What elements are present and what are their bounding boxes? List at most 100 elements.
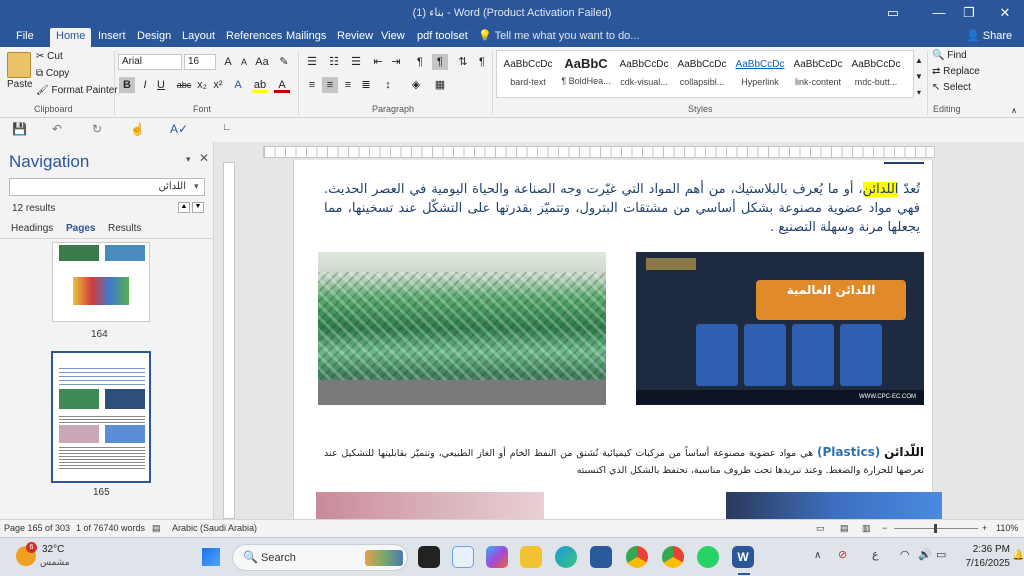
collapse-ribbon-icon[interactable]: ∧ xyxy=(1006,103,1022,119)
style-cdk-visual[interactable]: AaBbCcDc cdk-visual... xyxy=(615,53,673,95)
nav-search-input[interactable]: اللدائن xyxy=(9,178,205,196)
chrome-profile-icon[interactable] xyxy=(662,546,684,568)
decrease-indent-icon[interactable]: ⇤ xyxy=(370,54,386,70)
volume-icon[interactable]: 🔊 xyxy=(918,548,932,561)
highlight-color-icon[interactable]: ab xyxy=(252,77,268,93)
borders-icon[interactable]: ▦ xyxy=(432,77,448,93)
font-name-box[interactable]: Arial xyxy=(118,54,182,70)
weather-temp[interactable]: 32°C xyxy=(42,544,64,555)
task-view-icon[interactable] xyxy=(418,546,440,568)
tab-file[interactable]: File xyxy=(10,28,40,47)
align-right-icon[interactable]: ≡ xyxy=(340,77,356,93)
redo-icon[interactable]: ↻ xyxy=(92,122,102,136)
paste-button[interactable]: Paste xyxy=(7,79,33,90)
page-thumbnail-165[interactable] xyxy=(51,351,151,483)
network-warning-icon[interactable]: ⊘ xyxy=(838,548,847,561)
superscript-button[interactable]: x² xyxy=(210,77,226,93)
close-window-button[interactable]: ✕ xyxy=(982,0,1024,26)
word-count[interactable]: 1 of 76740 words xyxy=(76,523,145,533)
tab-mailings[interactable]: Mailings xyxy=(280,28,332,47)
nav-tab-pages[interactable]: Pages xyxy=(66,223,95,234)
previous-result-icon[interactable]: ▲ xyxy=(178,202,190,213)
notification-bell-icon[interactable]: 🔔 xyxy=(1012,550,1024,561)
page-count[interactable]: Page 165 of 303 xyxy=(4,523,70,533)
multilevel-list-icon[interactable]: ☰ xyxy=(348,54,364,70)
battery-icon[interactable]: ▭ xyxy=(936,548,946,561)
styles-scroll-down-icon[interactable]: ▼ xyxy=(914,69,924,85)
edge-icon[interactable] xyxy=(555,546,577,568)
vertical-ruler[interactable] xyxy=(223,162,235,519)
clear-formatting-icon[interactable]: ✎ xyxy=(276,54,292,70)
touch-mode-icon[interactable]: ☝ xyxy=(130,122,145,136)
zoom-out-icon[interactable]: − xyxy=(882,523,887,533)
shading-icon[interactable]: ◈ xyxy=(408,77,424,93)
increase-indent-icon[interactable]: ⇥ xyxy=(388,54,404,70)
next-result-icon[interactable]: ▼ xyxy=(192,202,204,213)
copilot-icon[interactable] xyxy=(486,546,508,568)
input-language[interactable]: ع xyxy=(872,548,879,561)
zoom-level[interactable]: 110% xyxy=(996,523,1018,533)
windows-start-icon[interactable] xyxy=(202,548,220,566)
copy-button[interactable]: ⧉ Copy xyxy=(36,68,69,79)
definition-paragraph[interactable]: اللّدائن (Plastics) هي مواد عضوية مصنوعة… xyxy=(324,444,924,479)
find-button[interactable]: 🔍 Find xyxy=(932,50,967,61)
select-button[interactable]: ↖ Select xyxy=(932,82,971,93)
change-case-icon[interactable]: Aa xyxy=(254,54,270,70)
clock-date[interactable]: 7/16/2025 xyxy=(962,558,1011,569)
shrink-font-icon[interactable]: A xyxy=(236,54,252,70)
intro-paragraph[interactable]: تُعدّ اللدائن، أو ما يُعرف بالبلاستيك، م… xyxy=(324,180,920,237)
tab-references[interactable]: References xyxy=(220,28,288,47)
tab-layout[interactable]: Layout xyxy=(176,28,221,47)
tab-insert[interactable]: Insert xyxy=(92,28,132,47)
styles-scroll-up-icon[interactable]: ▲ xyxy=(914,53,924,69)
taskbar-search[interactable]: 🔍 Search xyxy=(232,544,408,571)
ruler-tab-selector-icon[interactable]: ∟ xyxy=(222,122,232,133)
bullets-icon[interactable]: ☰ xyxy=(304,54,320,70)
style-bard-text[interactable]: AaBbCcDc bard-text xyxy=(499,53,557,95)
italic-button[interactable]: I xyxy=(137,77,153,93)
tab-review[interactable]: Review xyxy=(331,28,379,47)
rtl-direction-icon[interactable]: ¶ xyxy=(432,54,448,70)
format-painter-button[interactable]: 🖌 Format Painter xyxy=(36,85,118,96)
nav-tab-results[interactable]: Results xyxy=(108,223,141,234)
horizontal-ruler[interactable] xyxy=(263,146,935,158)
text-effects-icon[interactable]: A xyxy=(230,77,246,93)
ribbon-display-icon[interactable]: ▭ xyxy=(870,0,916,26)
style-hyperlink[interactable]: AaBbCcDc Hyperlink xyxy=(731,53,789,95)
undo-icon[interactable]: ↶ xyxy=(52,122,62,136)
word-icon[interactable]: W xyxy=(732,546,754,568)
bold-button[interactable]: B xyxy=(119,77,135,93)
line-spacing-icon[interactable]: ↕ xyxy=(380,77,396,93)
grow-font-icon[interactable]: A xyxy=(220,54,236,70)
underline-button[interactable]: U xyxy=(153,77,169,93)
clock-time[interactable]: 2:36 PM xyxy=(970,544,1010,555)
snipping-tool-icon[interactable] xyxy=(452,546,474,568)
tray-overflow-icon[interactable]: ∧ xyxy=(814,550,821,561)
replace-button[interactable]: ⇄ Replace xyxy=(932,66,980,77)
align-center-icon[interactable]: ≡ xyxy=(322,77,338,93)
clipboard-icon[interactable] xyxy=(7,52,31,78)
style-collapsible[interactable]: AaBbCcDc collapsibl... xyxy=(673,53,731,95)
web-layout-icon[interactable]: ▥ xyxy=(862,523,871,534)
strikethrough-button[interactable]: abc xyxy=(175,77,193,93)
tab-view[interactable]: View xyxy=(375,28,411,47)
print-layout-icon[interactable]: ▤ xyxy=(840,523,849,534)
tell-me-box[interactable]: 💡 Tell me what you want to do... xyxy=(478,28,639,45)
numbering-icon[interactable]: ☷ xyxy=(326,54,342,70)
cut-button[interactable]: ✂ Cut xyxy=(36,51,63,62)
zoom-in-icon[interactable]: + xyxy=(982,523,987,533)
justify-icon[interactable]: ≣ xyxy=(358,77,374,93)
page-thumbnail-164[interactable] xyxy=(52,242,150,322)
read-mode-icon[interactable]: ▭ xyxy=(816,523,825,534)
nav-options-icon[interactable]: ▾ xyxy=(186,154,191,165)
font-size-box[interactable]: 16 xyxy=(184,54,216,70)
language-indicator[interactable]: Arabic (Saudi Arabia) xyxy=(172,523,257,533)
ltr-direction-icon[interactable]: ¶ xyxy=(412,54,428,70)
zoom-slider-thumb[interactable] xyxy=(934,524,937,533)
share-button[interactable]: 👤 Share xyxy=(966,28,1012,45)
proofing-icon[interactable]: ▤ xyxy=(152,523,161,534)
style-mdc-button[interactable]: AaBbCcDc mdc-butt... xyxy=(847,53,905,95)
show-marks-icon[interactable]: ¶ xyxy=(474,54,490,70)
whatsapp-icon[interactable] xyxy=(697,546,719,568)
sort-icon[interactable]: ⇅ xyxy=(455,54,471,70)
